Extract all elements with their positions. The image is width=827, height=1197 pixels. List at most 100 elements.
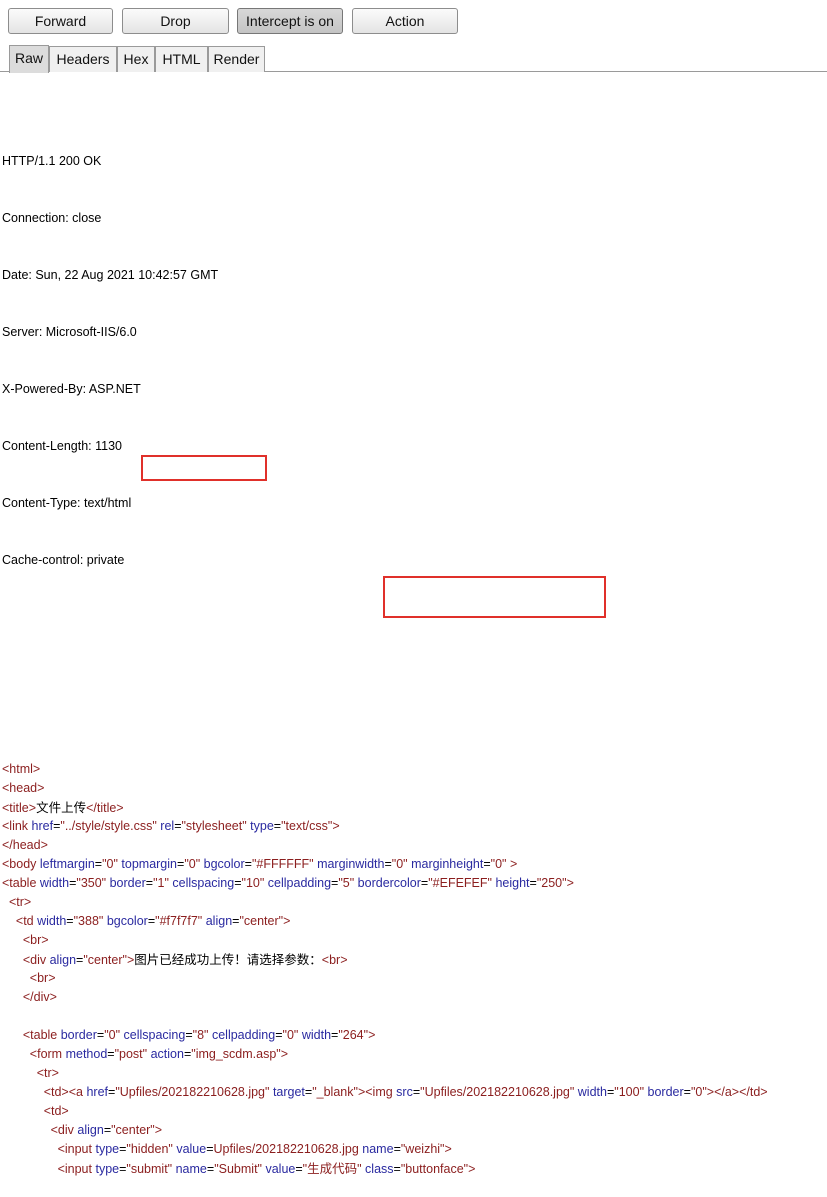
code-attr: href [31,819,54,833]
code-text: = [103,1123,112,1137]
code-tag: <td [15,914,38,928]
code-attr: border [647,1085,684,1099]
code-value: "#EFEFEF" [428,876,492,890]
body-line: <input type="submit" name="Submit" value… [2,1159,822,1178]
header-line: X-Powered-By: ASP.NET [2,382,141,396]
code-value: "0" [490,857,507,871]
code-text: = [393,1142,401,1156]
code-value: "250" [536,876,567,890]
code-value: "0" [690,1085,707,1099]
code-value: 生成代码 [307,1161,358,1176]
code-text: = [94,857,103,871]
code-tag: > [332,819,340,833]
body-line: <head> [2,779,822,798]
code-text: = [331,876,339,890]
code-value: "center" [83,953,127,967]
code-attr: leftmargin [39,857,95,871]
code-value: Upfiles/202182210628.jpg [213,1142,359,1156]
code-text: = [234,876,242,890]
code-value: "10" [241,876,265,890]
code-value: "1" [153,876,169,890]
code-value: "0" [102,857,118,871]
code-tag: </title> [86,801,124,815]
code-tag: <div [50,1123,78,1137]
code-text: = [606,1085,615,1099]
code-tag: <br> [29,971,56,985]
body-line: <form method="post" action="img_scdm.asp… [2,1045,822,1064]
code-value: "#f7f7f7" [155,914,203,928]
code-text: = [147,914,156,928]
body-line: <input type="hidden" value=Upfiles/20218… [2,1140,822,1159]
code-text: = [244,857,252,871]
code-tag: <br> [22,933,49,947]
code-attr: width [39,876,70,890]
tab-html[interactable]: HTML [155,46,208,72]
raw-response-editor[interactable]: HTTP/1.1 200 OK Connection: close Date: … [2,76,822,1197]
body-line: <tr> [2,893,822,912]
code-text: = [412,1085,421,1099]
code-value: "264" [338,1028,369,1042]
code-attr: class [365,1162,394,1176]
code-text: = [483,857,491,871]
code-attr: bordercolor [357,876,421,890]
body-line: </head> [2,836,822,855]
header-line: Cache-control: private [2,553,125,567]
code-attr: value [265,1162,296,1176]
tab-raw[interactable]: Raw [9,45,49,73]
code-attr: topmargin [121,857,177,871]
code-attr: action [150,1047,184,1061]
code-tag: > [154,1123,163,1137]
header-line: Date: Sun, 22 Aug 2021 10:42:57 GMT [2,268,219,282]
code-text: = [174,819,182,833]
code-attr: target [272,1085,305,1099]
tab-hex[interactable]: Hex [117,46,155,72]
code-tag: > [283,914,291,928]
code-value: "0" [282,1028,299,1042]
tab-headers[interactable]: Headers [49,46,117,72]
code-value: "0" [391,857,408,871]
code-value: "Submit" [214,1162,262,1176]
drop-button[interactable]: Drop [122,8,229,34]
code-attr: bgcolor [203,857,245,871]
body-line: <br> [2,969,822,988]
header-line: Content-Length: 1130 [2,439,123,453]
body-line: <table border="0" cellspacing="8" cellpa… [2,1026,822,1045]
code-attr: align [49,953,77,967]
action-button[interactable]: Action [352,8,458,34]
tab-render[interactable]: Render [208,46,265,72]
header-line: Connection: close [2,211,102,225]
code-attr: cellspacing [123,1028,186,1042]
code-attr: width [301,1028,332,1042]
code-tag: > [368,1028,376,1042]
code-attr: marginheight [411,857,484,871]
code-text: = [232,914,240,928]
code-attr: border [109,876,146,890]
code-value: "0" [104,1028,121,1042]
forward-button[interactable]: Forward [8,8,113,34]
code-text: = [119,1142,127,1156]
response-headers: HTTP/1.1 200 OK Connection: close Date: … [2,114,822,608]
intercept-toggle-button[interactable]: Intercept is on [237,8,343,34]
highlight-upload-success [141,455,267,481]
code-attr: src [396,1085,413,1099]
code-attr: align [205,914,233,928]
code-tag: <br> [321,953,348,967]
code-tag: > [566,876,574,890]
code-tag: ></a></td> [706,1085,768,1099]
code-chinese-text: 图片已经成功上传！请选择参数： [134,952,322,967]
code-value: "img_scdm.asp" [191,1047,281,1061]
code-attr: method [65,1047,108,1061]
code-tag: > [468,1162,476,1176]
code-text: = [183,1047,192,1061]
code-value: "388" [73,914,104,928]
code-text: = [206,1162,215,1176]
